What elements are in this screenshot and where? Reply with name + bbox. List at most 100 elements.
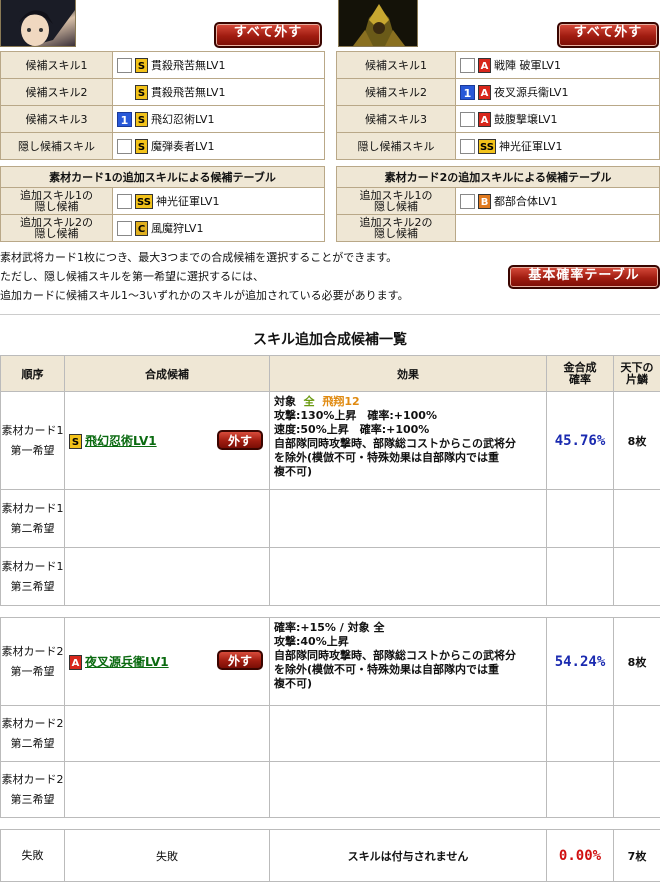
- fail-row: 失敗 失敗 スキルは付与されません 0.00% 7枚: [1, 830, 660, 882]
- header-order: 順序: [1, 356, 65, 392]
- rank-s-icon: S: [135, 85, 148, 100]
- effect-line: 攻撃:40%上昇: [274, 635, 542, 649]
- table-row: 素材カード2 第二希望: [1, 706, 660, 762]
- basic-rate-table-button[interactable]: 基本確率テーブル: [508, 265, 660, 289]
- armored-warrior-icon: [339, 0, 417, 46]
- card1-extra-row-1: 追加スキル1の 隠し候補 SS神光征軍LV1: [1, 188, 325, 215]
- rank-a-icon: A: [478, 112, 491, 127]
- divider: [0, 314, 660, 315]
- skill-link[interactable]: 飛幻忍術LV1: [85, 434, 157, 448]
- skill-name: 風魔狩LV1: [151, 222, 203, 235]
- card1-remove-all-button[interactable]: すべて外す: [214, 22, 322, 48]
- remove-button[interactable]: 外す: [217, 650, 263, 670]
- rank-s-icon: S: [135, 112, 148, 127]
- card1-extra-table: 素材カード1の追加スキルによる候補テーブル 追加スキル1の 隠し候補 SS神光征…: [0, 166, 325, 242]
- table-row: 素材カード1 第一希望 S飛幻忍術LV1 外す 対象 全 飛翔12 攻撃:130…: [1, 392, 660, 490]
- order-cell: 素材カード1 第二希望: [1, 490, 65, 548]
- skill-link[interactable]: 夜叉源兵衞LV1: [85, 655, 169, 669]
- rank-ss-icon: SS: [135, 194, 153, 209]
- table-spacer: [1, 818, 660, 830]
- count-cell: 7枚: [614, 830, 660, 882]
- target-line: 対象 全 飛翔12: [274, 395, 542, 409]
- checkbox[interactable]: [460, 194, 475, 209]
- row-label: 追加スキル1の 隠し候補: [1, 188, 113, 215]
- header-effect: 効果: [270, 356, 547, 392]
- table-row: 素材カード1 第三希望: [1, 548, 660, 606]
- order-cell: 素材カード2 第三希望: [1, 762, 65, 818]
- skill-name: 鼓腹撃壌LV1: [494, 113, 557, 126]
- checkbox[interactable]: [117, 85, 132, 100]
- selected-number-badge[interactable]: 1: [460, 85, 475, 100]
- card2-extra-table: 素材カード2の追加スキルによる候補テーブル 追加スキル1の 隠し候補 B都部合体…: [336, 166, 660, 242]
- card1-skill-row-3: 候補スキル3 1S飛幻忍術LV1: [1, 106, 325, 133]
- effect-line: を除外(模倣不可・特殊効果は自部隊内では重: [274, 663, 542, 677]
- row-label: 追加スキル2の 隠し候補: [1, 215, 113, 242]
- remove-button[interactable]: 外す: [217, 430, 263, 450]
- character-portrait-icon: [1, 0, 75, 46]
- row-label: 候補スキル1: [1, 52, 113, 79]
- target-unit: 飛翔12: [322, 395, 359, 408]
- checkbox[interactable]: [460, 112, 475, 127]
- checkbox[interactable]: [117, 194, 132, 209]
- skill-name: 貫殺飛苦無LV1: [151, 86, 225, 99]
- header-rate: 金合成 確率: [547, 356, 614, 392]
- table-row: 素材カード1 第二希望: [1, 490, 660, 548]
- list-title: スキル追加合成候補一覧: [0, 329, 660, 349]
- note-line-2: ただし、隠し候補スキルを第一希望に選択するには、: [0, 268, 264, 284]
- card1-skill-row-2: 候補スキル2 S貫殺飛苦無LV1: [1, 79, 325, 106]
- rank-s-icon: S: [135, 58, 148, 73]
- candidate-table: 順序 合成候補 効果 金合成 確率 天下の 片鱗 素材カード1 第一希望 S飛幻…: [0, 355, 660, 882]
- skill-name: 神光征軍LV1: [156, 195, 219, 208]
- card2-extra-row-1: 追加スキル1の 隠し候補 B都部合体LV1: [337, 188, 660, 215]
- order-cell: 素材カード1 第一希望: [1, 392, 65, 490]
- candidate-cell: 失敗: [65, 830, 270, 882]
- effect-cell: 対象 全 飛翔12 攻撃:130%上昇 確率:+100% 速度:50%上昇 確率…: [270, 392, 547, 490]
- effect-line: 複不可): [274, 677, 542, 691]
- row-label: 候補スキル2: [1, 79, 113, 106]
- skill-name: 魔弾奏者LV1: [151, 140, 214, 153]
- card2-skill-row-3: 候補スキル3 A鼓腹撃壌LV1: [337, 106, 660, 133]
- extra-table-title: 素材カード2の追加スキルによる候補テーブル: [337, 167, 660, 188]
- table-spacer: [1, 606, 660, 618]
- rank-s-icon: S: [69, 434, 82, 449]
- checkbox[interactable]: [117, 139, 132, 154]
- card2-portrait: [338, 0, 418, 47]
- effect-line: 速度:50%上昇 確率:+100%: [274, 423, 542, 437]
- card2-skill-row-2: 候補スキル2 1A夜叉源兵衞LV1: [337, 79, 660, 106]
- header-candidate: 合成候補: [65, 356, 270, 392]
- row-label: 追加スキル2の 隠し候補: [337, 215, 456, 242]
- skill-name: 貫殺飛苦無LV1: [151, 59, 225, 72]
- rate-cell: 45.76%: [547, 392, 614, 490]
- effect-line: を除外(模倣不可・特殊効果は自部隊内では重: [274, 451, 542, 465]
- skill-name: 戦陣 破軍LV1: [494, 59, 561, 72]
- skill-name: 神光征軍LV1: [499, 140, 562, 153]
- card2-skill-row-1: 候補スキル1 A戦陣 破軍LV1: [337, 52, 660, 79]
- empty-cell: [456, 215, 660, 242]
- row-label: 候補スキル1: [337, 52, 456, 79]
- skill-name: 都部合体LV1: [494, 195, 557, 208]
- card2-remove-all-button[interactable]: すべて外す: [557, 22, 659, 48]
- row-label: 候補スキル3: [337, 106, 456, 133]
- checkbox[interactable]: [117, 221, 132, 236]
- row-label: 追加スキル1の 隠し候補: [337, 188, 456, 215]
- checkbox[interactable]: [117, 58, 132, 73]
- rank-a-icon: A: [69, 655, 82, 670]
- effect-cell: 確率:+15% / 対象 全 攻撃:40%上昇 自部隊同時攻撃時、部隊総コストか…: [270, 618, 547, 706]
- card1-skill-row-1: 候補スキル1 S貫殺飛苦無LV1: [1, 52, 325, 79]
- target-label: 対象: [274, 395, 296, 408]
- checkbox[interactable]: [460, 139, 475, 154]
- rank-a-icon: A: [478, 58, 491, 73]
- order-cell: 素材カード2 第一希望: [1, 618, 65, 706]
- effect-line: 自部隊同時攻撃時、部隊総コストからこの武将分: [274, 437, 542, 451]
- row-label: 候補スキル3: [1, 106, 113, 133]
- effect-line: 複不可): [274, 465, 542, 479]
- order-cell: 素材カード1 第三希望: [1, 548, 65, 606]
- count-cell: 8枚: [614, 392, 660, 490]
- selected-number-badge[interactable]: 1: [117, 112, 132, 127]
- row-label: 隠し候補スキル: [1, 133, 113, 160]
- card1-extra-row-2: 追加スキル2の 隠し候補 C風魔狩LV1: [1, 215, 325, 242]
- rank-b-icon: B: [478, 194, 491, 209]
- checkbox[interactable]: [460, 58, 475, 73]
- rank-s-icon: S: [135, 139, 148, 154]
- header-tenka: 天下の 片鱗: [614, 356, 660, 392]
